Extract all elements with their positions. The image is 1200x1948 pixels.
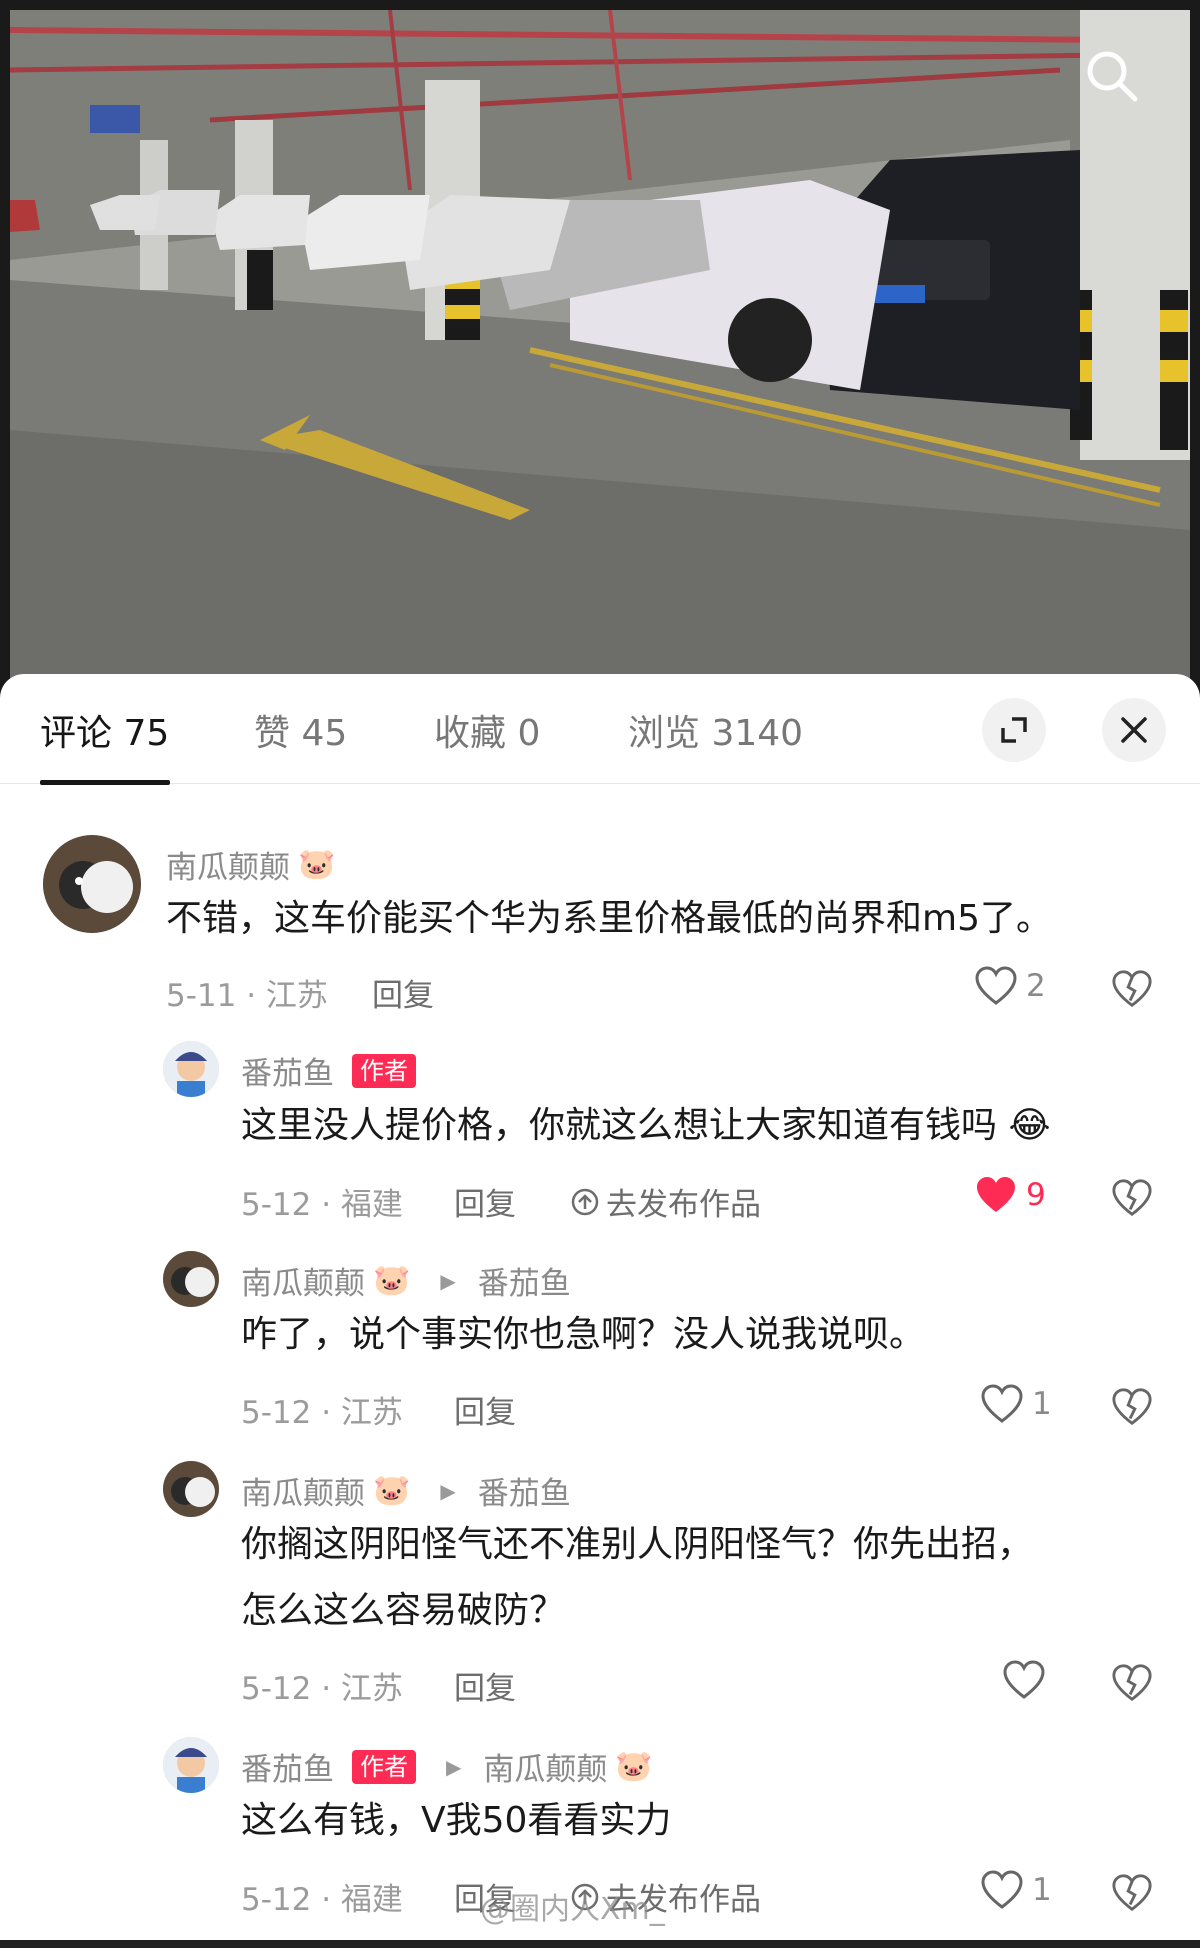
username-text: 番茄鱼 [241,1752,334,1788]
reply-arrow-icon: ▶ [446,1754,462,1779]
comment-text: 咋了，说个事实你也急啊？没人说我说呗。 [241,1314,926,1355]
comment-username[interactable]: 南瓜颠颠 🐷 ▶ 番茄鱼 [241,1258,571,1303]
like-count: 9 [1026,1177,1046,1213]
reply-to-username[interactable]: 番茄鱼 [478,1468,571,1513]
comment-date-location: 5-11 · 江苏 [166,978,328,1014]
broken-heart-icon [1112,1874,1152,1912]
heart-icon [981,1384,1023,1423]
comment-date-location: 5-12 · 福建 [241,1882,403,1918]
tab-favorites[interactable]: 收藏 0 [434,704,540,756]
close-button[interactable] [1102,698,1166,762]
active-tab-indicator [40,780,170,785]
avatar[interactable] [43,835,141,933]
reply-button[interactable]: 回复 [454,1387,516,1432]
publish-work-button[interactable]: 去发布作品 [570,1179,761,1224]
tab-likes[interactable]: 赞 45 [254,704,347,756]
broken-heart-icon [1112,1179,1152,1217]
expand-icon [1001,717,1027,743]
tab-comments[interactable]: 评论 75 [40,704,169,756]
broken-heart-icon [1112,970,1152,1008]
like-button[interactable]: 2 [974,966,1046,1006]
comment-text-line: 怎么这么容易破防？ [241,1590,566,1631]
username-text: 南瓜颠颠 [241,1266,365,1302]
dislike-button[interactable] [1110,1661,1154,1705]
avatar[interactable] [163,1461,219,1517]
pig-emoji-icon: 🐷 [298,847,336,882]
like-count: 1 [1032,1386,1052,1422]
dislike-button[interactable] [1110,1176,1154,1220]
comment-username[interactable]: 番茄鱼 作者 ▶ 南瓜颠颠 🐷 [241,1744,653,1789]
username-text: 南瓜颠颠 [241,1476,365,1512]
comment-text-line: 你搁这阴阳怪气还不准别人阴阳怪气？你先出招， [241,1524,1034,1565]
username-text: 番茄鱼 [241,1056,334,1092]
pig-emoji-icon: 🐷 [373,1263,411,1298]
reply-to-username[interactable]: 番茄鱼 [478,1258,571,1303]
comment-text: 这么有钱，V我50看看实力 [241,1800,672,1841]
reply-button[interactable]: 回复 [454,1179,516,1224]
comment-username[interactable]: 番茄鱼 作者 [241,1048,416,1093]
reply-button[interactable]: 回复 [372,970,434,1015]
reply-to-username[interactable]: 南瓜颠颠 [483,1744,607,1789]
search-icon [1087,51,1138,102]
comment-text: 这里没人提价格，你就这么想让大家知道有钱吗 😂 [241,1105,1051,1146]
like-button[interactable]: 9 [974,1175,1046,1215]
dislike-button[interactable] [1110,967,1154,1011]
dislike-button[interactable] [1110,1871,1154,1915]
comment-date-location: 5-12 · 福建 [241,1187,403,1223]
comment-username[interactable]: 南瓜颠颠 🐷 ▶ 番茄鱼 [241,1468,571,1513]
author-badge: 作者 [352,1053,416,1088]
watermark: @圈内人Xm_ [480,1892,665,1927]
reply-arrow-icon: ▶ [440,1478,456,1503]
close-icon [1121,717,1147,743]
like-button[interactable] [1002,1660,1054,1700]
comment-date-location: 5-12 · 江苏 [241,1671,403,1707]
comment-sheet: 评论 75 赞 45 收藏 0 浏览 3140 南瓜颠颠 🐷 不错，这车价能买个… [0,674,1200,1948]
tab-bar: 评论 75 赞 45 收藏 0 浏览 3140 [0,674,1200,785]
post-photo [10,10,1190,710]
heart-icon [975,966,1017,1005]
comment-text: 不错，这车价能买个华为系里价格最低的尚界和m5了。 [166,898,1052,939]
pig-emoji-icon: 🐷 [373,1473,411,1508]
reply-arrow-icon: ▶ [440,1268,456,1293]
reply-button[interactable]: 回复 [454,1663,516,1708]
publish-label: 去发布作品 [606,1187,761,1223]
expand-button[interactable] [982,698,1046,762]
broken-heart-icon [1112,1664,1152,1702]
avatar[interactable] [163,1251,219,1307]
like-button[interactable]: 1 [980,1384,1052,1424]
broken-heart-icon [1112,1388,1152,1426]
tab-views[interactable]: 浏览 3140 [628,704,803,756]
dislike-button[interactable] [1110,1385,1154,1429]
avatar[interactable] [163,1737,219,1793]
heart-filled-icon [977,1177,1015,1212]
heart-icon [1003,1660,1045,1699]
bottom-edge [0,1940,1200,1948]
pig-emoji-icon: 🐷 [615,1749,653,1784]
like-button[interactable]: 1 [980,1870,1052,1910]
avatar[interactable] [163,1041,219,1097]
comment-username[interactable]: 南瓜颠颠 🐷 [166,842,335,887]
upload-circle-icon [571,1188,599,1215]
username-text: 南瓜颠颠 [166,850,290,886]
like-count: 1 [1032,1872,1052,1908]
comment-date-location: 5-12 · 江苏 [241,1395,403,1431]
search-button[interactable] [1074,38,1150,114]
like-count: 2 [1026,968,1046,1004]
heart-icon [981,1870,1023,1909]
author-badge: 作者 [352,1749,416,1784]
